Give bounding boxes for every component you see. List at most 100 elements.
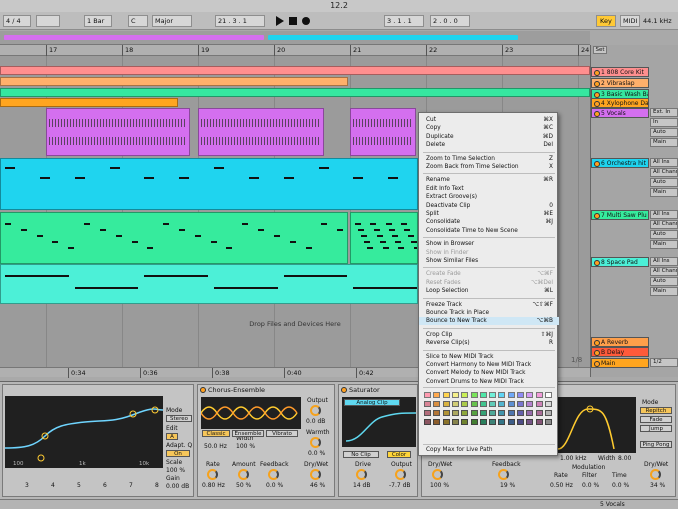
amount-knob[interactable] [238, 469, 249, 480]
color-swatch[interactable] [507, 392, 515, 398]
arrangement-clip[interactable] [0, 66, 590, 75]
menu-item-bounce-track-in-place[interactable]: Bounce Track in Place [419, 309, 559, 317]
menu-item-loop-selection[interactable]: Loop Selection ⌘L [419, 287, 559, 295]
output-knob[interactable] [310, 405, 321, 416]
color-swatch[interactable] [544, 419, 552, 425]
track-name[interactable]: 5 Vocals [591, 108, 649, 118]
arrangement-clip[interactable] [350, 212, 418, 264]
color-swatch[interactable] [433, 419, 441, 425]
color-swatch[interactable] [517, 419, 524, 425]
track-activator-icon[interactable] [594, 260, 600, 266]
scale-value[interactable]: 100 % [166, 467, 185, 474]
feedback-knob[interactable] [498, 469, 509, 480]
color-swatch[interactable] [544, 410, 552, 416]
track-activator-icon[interactable] [594, 81, 600, 87]
input-channel-select[interactable]: All Channe [650, 267, 678, 276]
color-swatch[interactable] [424, 392, 431, 398]
menu-item-edit-info-text[interactable]: Edit Info Text [419, 185, 559, 193]
color-swatch[interactable] [461, 419, 469, 425]
menu-item-convert-harmony-to-new-midi-track[interactable]: Convert Harmony to New MIDI Track [419, 361, 559, 369]
menu-item-duplicate[interactable]: Duplicate ⌘D [419, 133, 559, 141]
arrangement-clip[interactable] [350, 108, 416, 156]
warmth-knob[interactable] [310, 437, 321, 448]
color-swatch[interactable] [507, 410, 515, 416]
record-button[interactable] [302, 17, 310, 25]
output-select[interactable]: Main [650, 188, 678, 197]
mode-ensemble-button[interactable]: Ensemble [232, 430, 264, 437]
stop-button[interactable] [289, 17, 297, 25]
monitor-select[interactable]: Auto [650, 277, 678, 286]
arrangement-position[interactable]: 21 . 3 . 1 [215, 15, 265, 27]
color-swatch[interactable] [433, 392, 441, 398]
track-name[interactable]: 2 Vibraslap [591, 78, 649, 88]
color-swatch[interactable] [517, 401, 524, 407]
color-swatch[interactable] [442, 410, 450, 416]
arrangement-clip[interactable] [0, 264, 418, 304]
color-swatch[interactable] [498, 419, 506, 425]
device-power-icon[interactable] [200, 387, 206, 393]
color-swatch[interactable] [470, 419, 478, 425]
color-swatch[interactable] [479, 392, 487, 398]
drive-knob[interactable] [356, 469, 367, 480]
color-swatch[interactable] [498, 410, 506, 416]
color-swatch[interactable] [498, 392, 506, 398]
color-swatch[interactable] [517, 392, 524, 398]
color-swatch[interactable] [517, 410, 524, 416]
output-select[interactable]: Main [650, 138, 678, 147]
track-name[interactable]: 8 Space Pad [591, 257, 649, 267]
menu-item-crop-clip[interactable]: Crop Clip ⇧⌘J [419, 331, 559, 339]
mode-classic-button[interactable]: Classic [202, 430, 230, 437]
monitor-select[interactable]: Auto [650, 128, 678, 137]
color-swatch[interactable] [489, 401, 497, 407]
split-view-select[interactable]: 1/2 [650, 358, 678, 367]
track-activator-icon[interactable] [594, 350, 600, 356]
track-name[interactable]: 1 808 Core Kit [591, 67, 649, 77]
filter-freq-value[interactable]: 1.00 kHz [560, 455, 586, 462]
input-channel-select[interactable]: All Channe [650, 168, 678, 177]
color-swatch[interactable] [535, 419, 543, 425]
rate-knob[interactable] [207, 469, 218, 480]
color-swatch[interactable] [479, 401, 487, 407]
monitor-select[interactable]: Auto [650, 178, 678, 187]
menu-item-convert-drums-to-new-midi-track[interactable]: Convert Drums to New MIDI Track [419, 378, 559, 386]
color-swatch[interactable] [442, 401, 450, 407]
color-swatch[interactable] [461, 392, 469, 398]
color-swatch[interactable] [470, 392, 478, 398]
menu-item-deactivate-clip[interactable]: Deactivate Clip 0 [419, 202, 559, 210]
device-power-icon[interactable] [341, 387, 347, 393]
loop-start[interactable]: 3 . 1 . 1 [384, 15, 424, 27]
color-swatch[interactable] [489, 419, 497, 425]
color-swatch[interactable] [433, 401, 441, 407]
menu-item-zoom-back-from-time-selection[interactable]: Zoom Back from Time Selection X [419, 163, 559, 171]
track-name[interactable]: 6 Orchestra hit [591, 158, 649, 168]
color-swatch[interactable] [461, 410, 469, 416]
arrangement-clip[interactable] [0, 88, 590, 97]
menu-item-bounce-to-new-track[interactable]: Bounce to New Track ⌥⌘B [419, 317, 559, 326]
color-swatch[interactable] [424, 419, 431, 425]
track-activator-icon[interactable] [594, 161, 600, 167]
menu-item-reverse-clip-s[interactable]: Reverse Clip(s) R [419, 339, 559, 347]
color-swatch[interactable] [489, 392, 497, 398]
menu-item-freeze-track[interactable]: Freeze Track ⌥⇧⌘F [419, 301, 559, 309]
color-swatch[interactable] [424, 401, 431, 407]
filter-value[interactable]: 0.0 % [582, 482, 599, 489]
mode-select[interactable]: Stereo [166, 415, 192, 422]
repitch-button[interactable]: Repitch [640, 407, 672, 414]
color-swatch[interactable] [451, 410, 459, 416]
hp-freq-value[interactable]: 50.0 Hz [204, 443, 227, 450]
key-map-button[interactable]: Key [596, 15, 616, 27]
arrangement-clip[interactable] [0, 77, 348, 86]
key-root-select[interactable]: C [128, 15, 148, 27]
input-type-select[interactable]: Ext. In [650, 108, 678, 117]
menu-item-cut[interactable]: Cut ⌘X [419, 116, 559, 124]
color-swatch[interactable] [498, 401, 506, 407]
filter-display[interactable] [557, 397, 636, 453]
input-type-select[interactable]: All Ins [650, 257, 678, 266]
color-swatch[interactable] [424, 410, 431, 416]
color-swatch[interactable] [470, 401, 478, 407]
return-track-name[interactable]: A Reverb [591, 337, 649, 347]
color-swatch[interactable] [489, 410, 497, 416]
color-swatch[interactable] [442, 392, 450, 398]
color-swatch[interactable] [433, 410, 441, 416]
input-type-select[interactable]: All Ins [650, 158, 678, 167]
